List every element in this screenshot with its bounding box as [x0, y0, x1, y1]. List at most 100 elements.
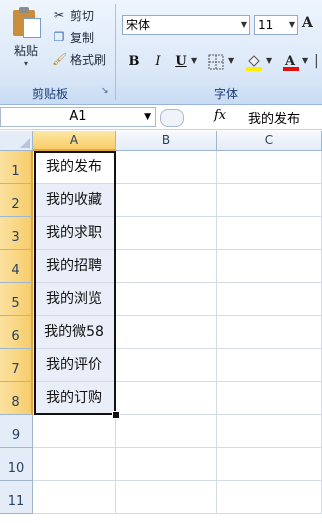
chevron-down-icon: ▼	[288, 20, 295, 29]
italic-icon: I	[155, 54, 161, 69]
cell-a[interactable]: 我的浏览	[33, 283, 116, 316]
spreadsheet-grid: A B C 1 我的发布 2 我的收藏 3 我的求职 4 我的招聘 5 我的浏览 6 我的微58 7 我的…	[0, 131, 322, 514]
row-header[interactable]: 7	[0, 349, 33, 382]
scissors-icon: ✂	[53, 8, 65, 22]
grow-font-icon: A	[302, 15, 313, 31]
cut-label: 剪切	[70, 8, 95, 23]
chevron-down-icon: ▼	[240, 20, 247, 29]
cell-c[interactable]	[217, 382, 322, 415]
cell-b[interactable]	[116, 415, 217, 448]
svg-text:A: A	[284, 54, 296, 69]
cell-b[interactable]	[116, 481, 217, 514]
cell-c[interactable]	[217, 217, 322, 250]
format-painter-label: 格式刷	[70, 52, 107, 67]
column-header-a[interactable]: A	[33, 131, 116, 151]
underline-button[interactable]: U	[171, 50, 191, 74]
cell-a[interactable]: 我的收藏	[33, 184, 116, 217]
dialog-launcher-icon[interactable]: ↘	[101, 86, 109, 96]
cell-c[interactable]	[217, 184, 322, 217]
row-header[interactable]: 2	[0, 184, 33, 217]
cell-c[interactable]	[217, 349, 322, 382]
row-header[interactable]: 11	[0, 481, 33, 514]
cell-b[interactable]	[116, 316, 217, 349]
ribbon: 粘贴 ▾ ✂ 剪切 ❐ 复制 🖌 格式刷 剪贴板 ↘ 宋体 ▼ 11 ▼ A B…	[0, 0, 322, 105]
font-group-label: 字体	[214, 87, 239, 101]
cell-b[interactable]	[116, 217, 217, 250]
cell-a[interactable]: 我的微58	[33, 316, 116, 349]
formula-bar: A1 ▼ fx 我的发布	[0, 105, 322, 130]
formula-value[interactable]: 我的发布	[248, 108, 300, 127]
chevron-down-icon[interactable]: ▼	[144, 108, 151, 126]
row-header[interactable]: 4	[0, 250, 33, 283]
chevron-down-icon[interactable]: ▾	[6, 59, 46, 68]
paste-label: 粘贴	[13, 44, 38, 58]
format-painter-button[interactable]: 🖌 格式刷	[52, 50, 106, 68]
grow-font-button[interactable]: A	[302, 15, 322, 35]
chevron-down-icon[interactable]: ▼	[228, 50, 234, 72]
cell-b[interactable]	[116, 382, 217, 415]
cell-a[interactable]: 我的评价	[33, 349, 116, 382]
row-header[interactable]: 6	[0, 316, 33, 349]
cell-b[interactable]	[116, 250, 217, 283]
cell-c[interactable]	[217, 151, 322, 184]
cell-c[interactable]	[217, 448, 322, 481]
row-header[interactable]: 8	[0, 382, 33, 415]
font-color-icon: A	[283, 54, 299, 71]
fill-handle[interactable]	[112, 411, 120, 419]
copy-label: 复制	[70, 30, 95, 45]
more-font-options-icon[interactable]: |	[314, 50, 319, 72]
row-header[interactable]: 5	[0, 283, 33, 316]
cell-a[interactable]: 我的订购	[33, 382, 116, 415]
column-header-c[interactable]: C	[217, 131, 322, 151]
row-header[interactable]: 10	[0, 448, 33, 481]
select-all-button[interactable]	[0, 131, 33, 151]
font-size-value: 11	[258, 18, 274, 32]
cell-a[interactable]	[33, 448, 116, 481]
fill-bucket-icon	[246, 55, 262, 71]
chevron-down-icon[interactable]: ▼	[266, 50, 272, 72]
paste-button[interactable]: 粘贴 ▾	[6, 4, 46, 82]
row-header[interactable]: 3	[0, 217, 33, 250]
cell-a[interactable]	[33, 481, 116, 514]
cut-button[interactable]: ✂ 剪切	[52, 6, 94, 24]
bold-button[interactable]: B	[124, 50, 144, 74]
font-name-select[interactable]: 宋体 ▼	[122, 15, 250, 35]
insert-function-icon[interactable]: fx	[214, 108, 226, 123]
border-icon	[208, 54, 224, 70]
cell-a[interactable]: 我的求职	[33, 217, 116, 250]
formula-bar-expander[interactable]	[160, 109, 184, 127]
paste-icon	[11, 6, 41, 38]
cell-c[interactable]	[217, 250, 322, 283]
name-box[interactable]: A1 ▼	[0, 107, 156, 127]
font-size-select[interactable]: 11 ▼	[254, 15, 298, 35]
cell-b[interactable]	[116, 184, 217, 217]
cell-c[interactable]	[217, 316, 322, 349]
clipboard-group-label: 剪贴板	[32, 87, 69, 101]
cell-b[interactable]	[116, 151, 217, 184]
border-button[interactable]	[205, 50, 227, 74]
cell-c[interactable]	[217, 481, 322, 514]
cell-a[interactable]: 我的招聘	[33, 250, 116, 283]
copy-button[interactable]: ❐ 复制	[52, 28, 94, 46]
fill-color-button[interactable]	[243, 50, 265, 74]
paintbrush-icon: 🖌	[52, 52, 68, 66]
cell-c[interactable]	[217, 283, 322, 316]
font-name-value: 宋体	[126, 18, 151, 32]
underline-icon: U	[175, 54, 187, 69]
cell-a[interactable]: 我的发布	[33, 151, 116, 184]
row-header[interactable]: 9	[0, 415, 33, 448]
font-color-button[interactable]: A	[280, 50, 302, 74]
chevron-down-icon[interactable]: ▼	[302, 50, 308, 72]
row-header[interactable]: 1	[0, 151, 33, 184]
cell-a[interactable]	[33, 415, 116, 448]
cell-b[interactable]	[116, 349, 217, 382]
bold-icon: B	[128, 54, 140, 69]
copy-icon: ❐	[53, 30, 65, 44]
cell-b[interactable]	[116, 448, 217, 481]
name-box-value: A1	[69, 109, 87, 124]
chevron-down-icon[interactable]: ▼	[191, 50, 197, 72]
italic-button[interactable]: I	[148, 50, 168, 74]
cell-c[interactable]	[217, 415, 322, 448]
cell-b[interactable]	[116, 283, 217, 316]
column-header-b[interactable]: B	[116, 131, 217, 151]
